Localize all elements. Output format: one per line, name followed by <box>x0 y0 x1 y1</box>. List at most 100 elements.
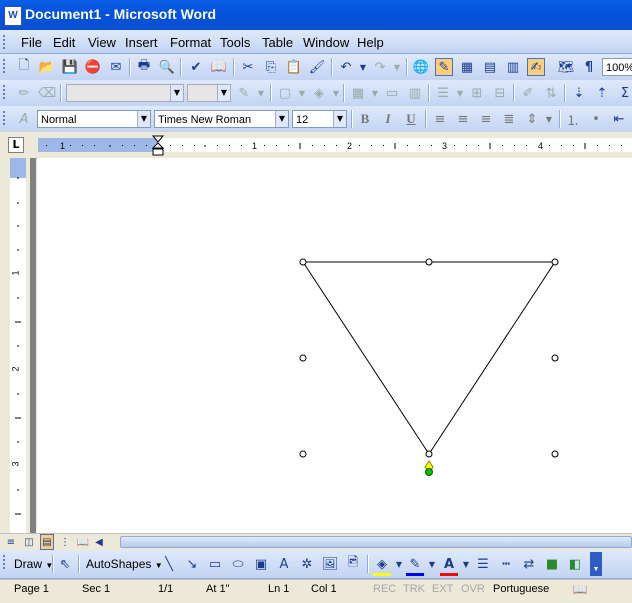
eraser-icon[interactable]: ⌫ <box>38 84 56 102</box>
autosum-icon[interactable]: Σ <box>616 84 632 102</box>
line-style-icon[interactable]: ☰ <box>474 555 492 573</box>
autoshapes-menu-button[interactable]: AutoShapes ▼ <box>86 557 163 571</box>
menu-tools[interactable]: Tools <box>220 35 250 50</box>
font-size-dropdown[interactable]: 12 ▼ <box>292 110 347 128</box>
spelling-icon[interactable]: ✔ <box>187 58 205 76</box>
sort-descending-icon[interactable]: ⇡ <box>593 84 611 102</box>
diagram-icon[interactable]: ✲ <box>298 555 316 573</box>
dash-style-icon[interactable]: ┅ <box>497 555 515 573</box>
insert-table-icon[interactable]: ▦ <box>458 58 476 76</box>
underline-button[interactable]: U <box>402 110 420 128</box>
shading-icon[interactable]: ◈ <box>310 84 328 102</box>
columns-icon[interactable]: ▥ <box>504 58 522 76</box>
justify-icon[interactable]: ≣ <box>500 110 518 128</box>
toolbar-grip[interactable] <box>3 555 8 569</box>
shadow-style-icon[interactable]: ■ <box>543 555 561 573</box>
drawing-icon[interactable]: ✍ <box>527 58 545 76</box>
document-map-icon[interactable]: 🗺 <box>557 58 575 76</box>
email-icon[interactable]: ✉ <box>107 58 125 76</box>
borders-dropdown-icon[interactable]: ▼ <box>293 84 311 102</box>
font-dropdown[interactable]: Times New Roman ▼ <box>154 110 289 128</box>
border-color-dropdown-icon[interactable]: ▼ <box>252 84 270 102</box>
align-right-icon[interactable]: ≡ <box>477 110 495 128</box>
numbering-icon[interactable]: ⒈ <box>564 110 582 129</box>
styles-formatting-icon[interactable]: A <box>15 110 33 128</box>
redo-icon[interactable]: ↷ <box>371 58 389 76</box>
split-cells-icon[interactable]: ▥ <box>406 84 424 102</box>
print-layout-icon[interactable]: ▤ <box>40 534 54 550</box>
insert-excel-icon[interactable]: ▤ <box>481 58 499 76</box>
title-bar[interactable]: W Document1 - Microsoft Word <box>0 0 632 30</box>
insert-table-dropdown-icon[interactable]: ▼ <box>366 84 384 102</box>
select-objects-icon[interactable]: ⇖ <box>56 555 74 573</box>
menu-window[interactable]: Window <box>303 35 349 50</box>
menu-file[interactable]: File <box>21 35 42 50</box>
menu-format[interactable]: Format <box>170 35 211 50</box>
text-box-icon[interactable]: ▣ <box>252 555 270 573</box>
merge-cells-icon[interactable]: ▭ <box>383 84 401 102</box>
menu-bar-grip[interactable] <box>3 35 8 49</box>
print-preview-icon[interactable]: 🔍 <box>158 58 176 76</box>
tables-borders-icon[interactable]: ✎ <box>435 58 453 76</box>
draw-table-icon[interactable]: ✏ <box>15 84 33 102</box>
distribute-columns-icon[interactable]: ⊟ <box>491 84 509 102</box>
spelling-status-icon[interactable]: 📖 <box>570 580 590 598</box>
menu-edit[interactable]: Edit <box>53 35 75 50</box>
align-icon[interactable]: ☰ <box>434 84 452 102</box>
permission-icon[interactable]: ⛔ <box>84 58 102 76</box>
menu-help[interactable]: Help <box>357 35 384 50</box>
font-color-icon[interactable]: A <box>440 555 458 576</box>
status-ext[interactable]: EXT <box>432 583 453 595</box>
undo-icon[interactable]: ↶ <box>337 58 355 76</box>
arrow-icon[interactable]: ↘ <box>183 555 201 573</box>
status-trk[interactable]: TRK <box>403 583 425 595</box>
borders-icon[interactable]: ▢ <box>276 84 294 102</box>
center-icon[interactable]: ≡ <box>454 110 472 128</box>
sort-ascending-icon[interactable]: ⇣ <box>570 84 588 102</box>
line-weight-dropdown[interactable]: ▼ <box>187 84 231 102</box>
indent-markers[interactable] <box>151 135 165 156</box>
toolbar-grip[interactable] <box>3 85 8 99</box>
line-spacing-icon[interactable]: ⇕ <box>523 110 541 128</box>
show-hide-icon[interactable]: ¶ <box>580 58 598 76</box>
decrease-indent-icon[interactable]: ⇤ <box>610 110 628 128</box>
rotation-handle[interactable] <box>425 468 433 476</box>
distribute-rows-icon[interactable]: ⊞ <box>468 84 486 102</box>
research-icon[interactable]: 📖 <box>210 58 228 76</box>
save-icon[interactable]: 💾 <box>61 58 79 76</box>
draw-menu-button[interactable]: Draw ▼ <box>14 557 53 571</box>
font-color-dropdown-icon[interactable]: ▼ <box>457 555 475 573</box>
format-painter-icon[interactable]: 🖌 <box>308 58 326 76</box>
triangle-shape[interactable] <box>290 250 570 480</box>
line-color-icon[interactable]: ✎ <box>406 555 424 576</box>
status-ovr[interactable]: OVR <box>461 583 485 595</box>
line-color-dropdown-icon[interactable]: ▼ <box>423 555 441 573</box>
open-icon[interactable]: 📂 <box>38 58 56 76</box>
cut-icon[interactable]: ✂ <box>239 58 257 76</box>
zoom-box[interactable]: 100% <box>602 58 632 76</box>
web-layout-icon[interactable]: ◫ <box>22 534 36 550</box>
toolbar-grip[interactable] <box>3 59 8 73</box>
copy-icon[interactable]: ⎘ <box>262 58 280 76</box>
hyperlink-icon[interactable]: 🌐 <box>412 58 430 76</box>
toolbar-grip[interactable] <box>3 111 8 125</box>
toolbar-options-icon[interactable]: ▼ <box>590 552 602 576</box>
align-dropdown-icon[interactable]: ▼ <box>451 84 469 102</box>
bold-button[interactable]: B <box>356 110 374 128</box>
style-dropdown[interactable]: Normal ▼ <box>37 110 151 128</box>
word-app-icon[interactable]: W <box>4 6 22 26</box>
line-icon[interactable]: ╲ <box>160 555 178 573</box>
normal-view-icon[interactable]: ≡ <box>4 534 18 550</box>
rectangle-icon[interactable]: ▭ <box>206 555 224 573</box>
new-document-icon[interactable]: 🗋 <box>15 58 33 76</box>
fill-color-icon[interactable]: ◈ <box>373 555 391 576</box>
paste-icon[interactable]: 📋 <box>285 58 303 76</box>
menu-view[interactable]: View <box>88 35 116 50</box>
border-color-icon[interactable]: ✎ <box>235 84 253 102</box>
line-style-dropdown[interactable]: ▼ <box>66 84 184 102</box>
autoformat-icon[interactable]: ✐ <box>519 84 537 102</box>
scroll-left-icon[interactable]: ◀ <box>92 534 106 550</box>
bullets-icon[interactable]: • <box>587 110 605 128</box>
menu-insert[interactable]: Insert <box>125 35 158 50</box>
line-spacing-dropdown-icon[interactable]: ▼ <box>540 110 558 128</box>
